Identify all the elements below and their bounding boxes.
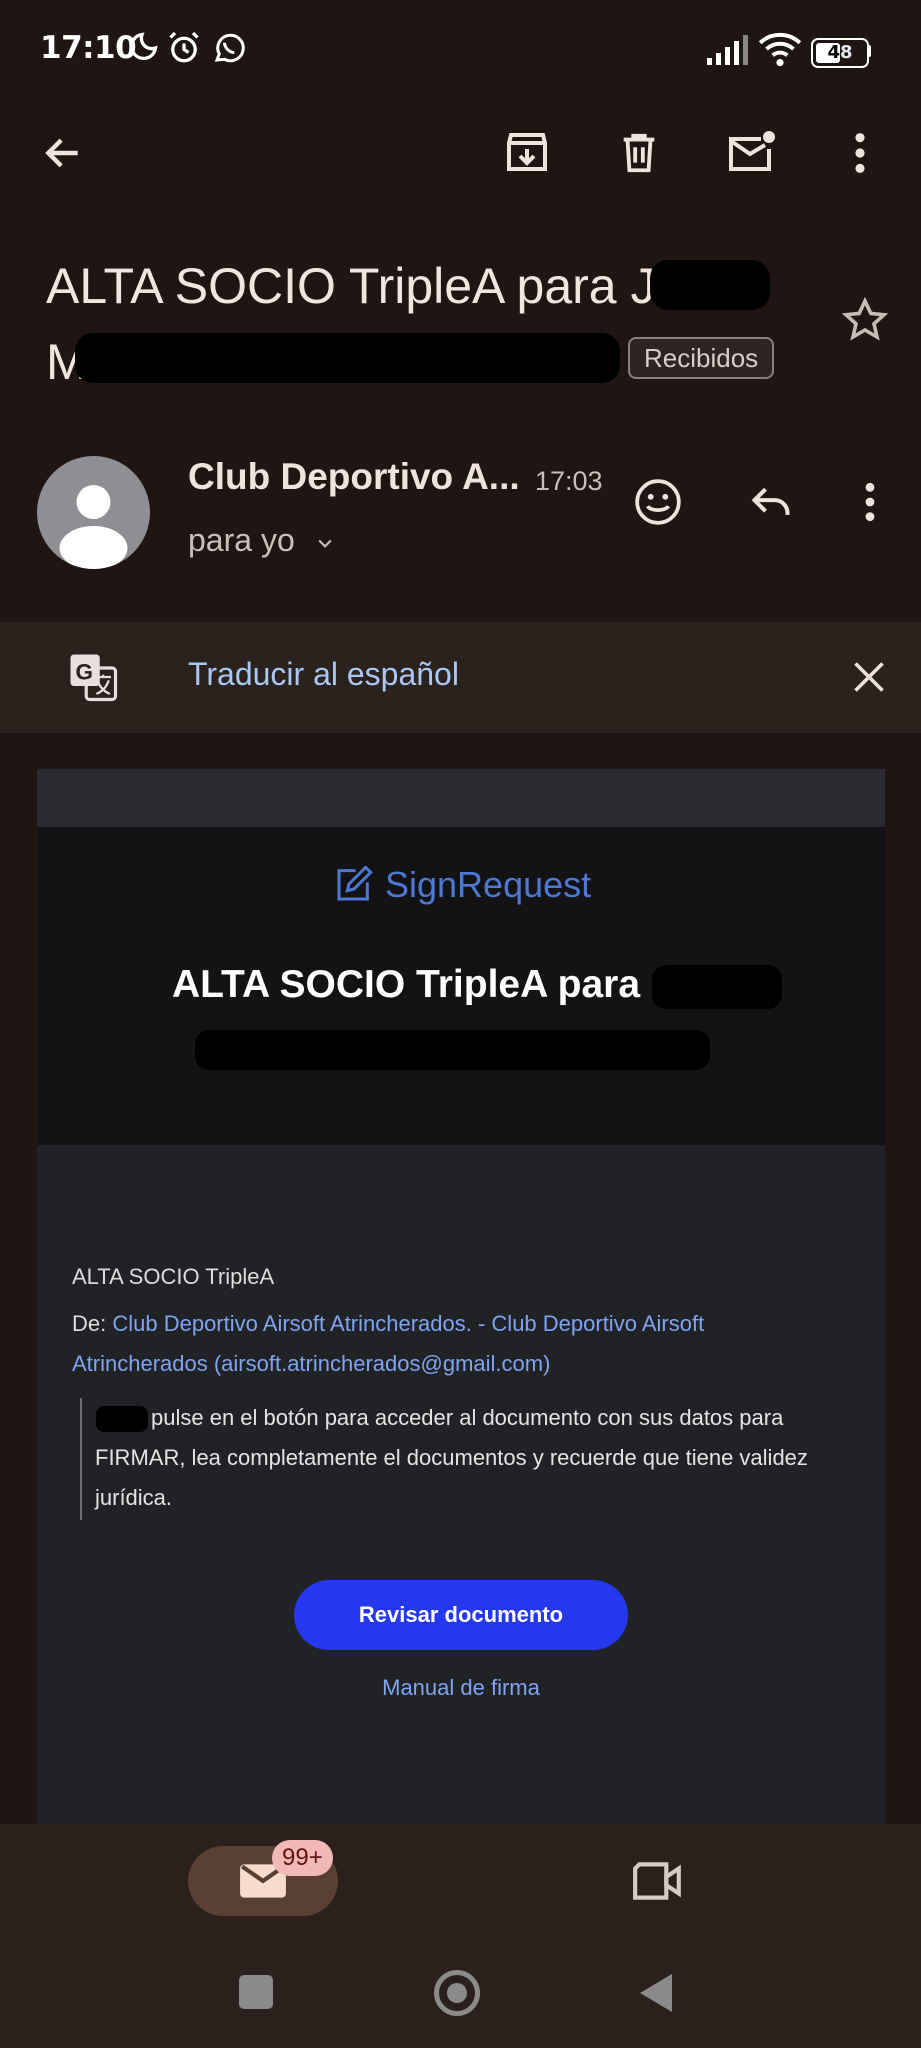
reply-button[interactable]: [736, 467, 806, 537]
svg-text:G: G: [75, 659, 93, 684]
email-top-strip: [37, 769, 885, 827]
signrequest-logo-icon: [337, 865, 373, 901]
moon-icon: [129, 32, 158, 61]
review-document-button[interactable]: Revisar documento: [294, 1580, 628, 1650]
emoji-icon: [635, 479, 681, 525]
reply-icon: [751, 487, 790, 515]
alarm-icon: [169, 31, 199, 63]
back-button[interactable]: [28, 118, 98, 188]
nav-meet-tab[interactable]: [623, 1846, 693, 1916]
react-emoji-button[interactable]: [623, 467, 693, 537]
delete-icon: [623, 133, 655, 173]
redaction: [195, 1030, 710, 1070]
signrequest-brand: SignRequest: [385, 864, 592, 905]
star-icon: [841, 296, 889, 341]
more-vert-icon: [855, 133, 865, 173]
recents-button[interactable]: [239, 1975, 273, 2009]
mark-unread-icon: [729, 131, 775, 171]
home-button[interactable]: [434, 1970, 480, 2016]
message-more-button[interactable]: [835, 467, 905, 537]
close-translate-button[interactable]: [834, 642, 904, 712]
redaction: [650, 260, 770, 310]
battery-level: 48: [827, 42, 853, 63]
translate-icon: G: [70, 654, 118, 702]
archive-icon: [507, 133, 547, 171]
sender-name[interactable]: Club Deportivo A...: [188, 456, 520, 498]
person-icon: [59, 485, 128, 569]
back-arrow-icon: [45, 138, 78, 168]
star-button[interactable]: [830, 285, 900, 355]
unread-count-badge: 99+: [272, 1840, 333, 1876]
wifi-icon: [758, 32, 802, 67]
translate-bar: [0, 622, 921, 733]
avatar[interactable]: [37, 456, 150, 569]
signing-manual-link[interactable]: Manual de firma: [37, 1675, 885, 1701]
signal-icon: [707, 35, 748, 65]
more-options-button[interactable]: [825, 118, 895, 188]
close-icon: [854, 662, 884, 692]
recipients-label: para yo: [188, 522, 295, 558]
battery-icon: 48: [811, 38, 869, 68]
from-block: De: Club Deportivo Airsoft Atrincherados…: [72, 1304, 862, 1384]
from-label: De:: [72, 1311, 113, 1336]
sender-email-link[interactable]: Atrincherados (airsoft.atrincherados@gma…: [72, 1351, 550, 1376]
chevron-down-icon: [318, 539, 332, 548]
mark-unread-button[interactable]: [716, 118, 786, 188]
email-time: 17:03: [535, 466, 603, 496]
whatsapp-icon: [214, 33, 245, 63]
sender-link[interactable]: Club Deportivo Airsoft Atrincherados. - …: [112, 1311, 704, 1336]
recipients-toggle[interactable]: para yo: [188, 522, 338, 559]
quote-bar: [80, 1398, 82, 1520]
redaction: [75, 333, 620, 383]
battery-tip: [867, 45, 871, 57]
delete-button[interactable]: [604, 118, 674, 188]
archive-button[interactable]: [492, 118, 562, 188]
message-body: pulse en el botón para acceder al docume…: [95, 1405, 808, 1510]
more-vert-icon: [865, 482, 875, 522]
system-back-button[interactable]: [638, 1972, 674, 2014]
document-name: ALTA SOCIO TripleA: [72, 1264, 275, 1289]
status-time: 17:10: [40, 30, 137, 66]
label-chip[interactable]: Recibidos: [628, 337, 775, 379]
redaction: [652, 965, 782, 1009]
message-text: pulse en el botón para acceder al docume…: [95, 1398, 855, 1518]
video-camera-icon: [633, 1862, 681, 1900]
translate-link[interactable]: Traducir al español: [188, 656, 459, 693]
